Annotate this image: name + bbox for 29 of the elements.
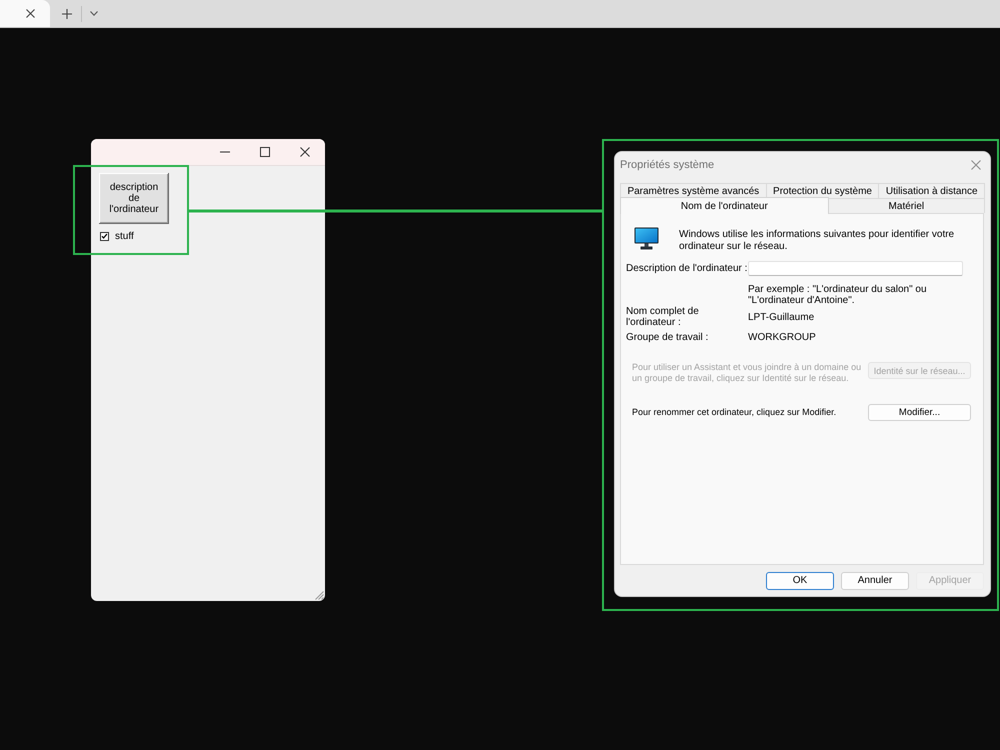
checkbox-label: stuff [115, 231, 134, 242]
resize-grip-icon[interactable] [314, 590, 324, 600]
field-label: Groupe de travail : [626, 332, 710, 343]
cancel-button[interactable]: Annuler [841, 572, 909, 590]
chevron-down-icon[interactable] [90, 11, 98, 16]
close-icon[interactable] [300, 147, 310, 157]
field-label: Nom complet de l'ordinateur : [626, 306, 700, 328]
tab[interactable]: Utilisation à distance [878, 183, 985, 198]
close-icon[interactable] [26, 9, 35, 18]
field-label: Description de l'ordinateur : [626, 263, 748, 274]
hint-text: Par exemple : "L'ordinateur du salon" ou "L'ordinateur d'Antoine". [748, 284, 928, 306]
checkbox[interactable] [100, 232, 109, 241]
description-button[interactable]: description de l'ordinateur [99, 173, 169, 224]
instruction-text: Pour renommer cet ordinateur, cliquez sur Modifier. [632, 407, 838, 418]
description-field[interactable] [748, 261, 963, 276]
ok-button[interactable]: OK [766, 572, 834, 590]
tab[interactable]: Paramètres système avancés [620, 183, 767, 198]
plus-icon[interactable] [62, 8, 72, 18]
intro-text: Windows utilise les informations suivantes pour identifier votre ordinateur sur le réseau. [679, 229, 956, 253]
change-button[interactable]: Modifier... [868, 404, 971, 421]
dialog-title: Propriétés système [620, 158, 714, 170]
tab[interactable]: Matériel [828, 198, 985, 213]
monitor-icon [634, 227, 659, 250]
field-value: WORKGROUP [748, 332, 816, 343]
tab[interactable]: Nom de l'ordinateur [620, 197, 829, 214]
instruction-text: Pour utiliser un Assistant et vous joindre à un domaine ou un groupe de travail, cliquez sur Identité sur le réseau. [632, 362, 862, 384]
maximize-icon[interactable] [260, 147, 270, 157]
field-value: LPT-Guillaume [748, 312, 814, 322]
tab[interactable]: Protection du système [766, 183, 880, 198]
